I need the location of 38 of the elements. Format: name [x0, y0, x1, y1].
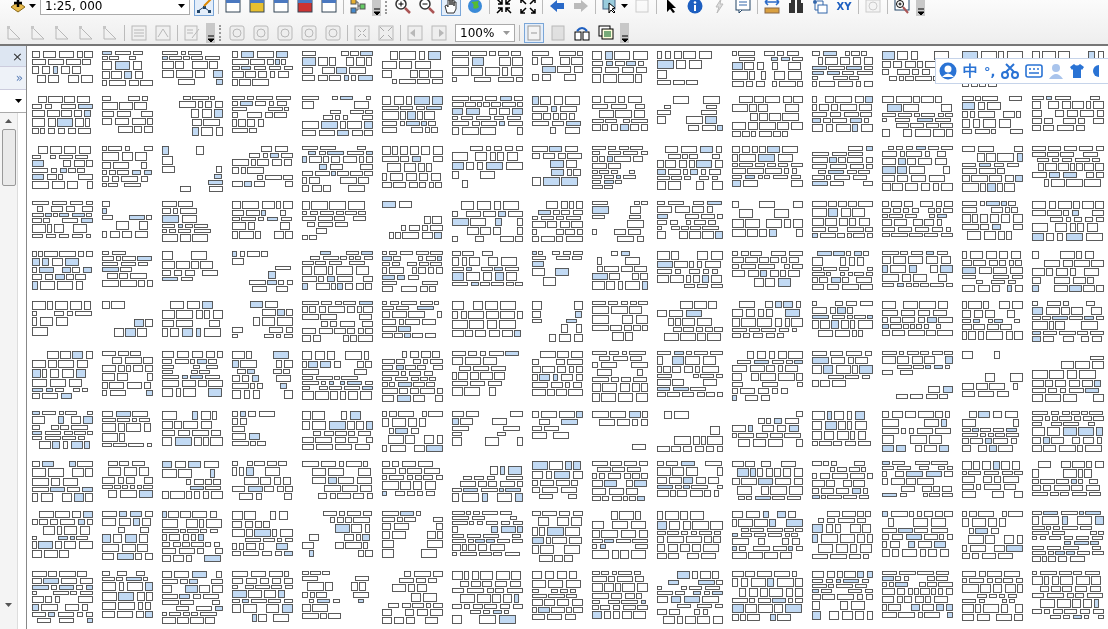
toolbar-options-icon[interactable]: [620, 23, 629, 43]
extent-icon[interactable]: [518, 0, 538, 16]
dropdown-arrow-icon[interactable]: [15, 99, 22, 103]
go-to-xy-button[interactable]: XY: [834, 0, 854, 12]
user-icon[interactable]: [939, 62, 957, 80]
measure-icon[interactable]: [762, 0, 782, 16]
scroll-down-icon[interactable]: [5, 603, 12, 607]
keyboard-icon[interactable]: [1025, 64, 1044, 78]
punctuation-toggle[interactable]: °,: [984, 63, 996, 79]
toolbar-options-icon[interactable]: [206, 23, 215, 43]
scroll-thumb[interactable]: [1, 129, 16, 186]
flowchart-icon[interactable]: [348, 0, 368, 16]
zoom-in-icon[interactable]: [393, 0, 413, 16]
scissors-icon[interactable]: [1001, 63, 1020, 79]
toolbar-options-icon[interactable]: [916, 0, 925, 16]
shirt-icon[interactable]: [1069, 63, 1086, 79]
scroll-up-icon[interactable]: [5, 119, 12, 123]
toolbar-options-icon[interactable]: [372, 0, 381, 16]
data-frame-icon[interactable]: [596, 23, 616, 43]
zoom-percent-combo[interactable]: 100%: [455, 24, 515, 42]
info-icon[interactable]: [685, 0, 705, 16]
route-icon[interactable]: [810, 0, 830, 16]
binoculars-icon[interactable]: [786, 0, 806, 16]
caret-icon[interactable]: [621, 4, 628, 8]
page-icon[interactable]: [524, 23, 544, 43]
zoom-out-icon[interactable]: [417, 0, 437, 16]
layers-icon[interactable]: [247, 0, 267, 16]
popup-icon[interactable]: [733, 0, 753, 16]
scale-combo[interactable]: 1:25, 000: [40, 0, 190, 15]
language-toggle[interactable]: 中: [963, 61, 978, 81]
hand-icon[interactable]: [441, 0, 461, 16]
editor-icon[interactable]: [194, 0, 214, 16]
scrollbar[interactable]: [0, 113, 18, 629]
globe-icon[interactable]: [465, 0, 485, 16]
table-icon[interactable]: [223, 0, 243, 16]
caret-icon[interactable]: [29, 4, 36, 8]
magnifier-window-icon[interactable]: [892, 0, 912, 16]
dropdown-arrow-icon[interactable]: [178, 4, 185, 8]
